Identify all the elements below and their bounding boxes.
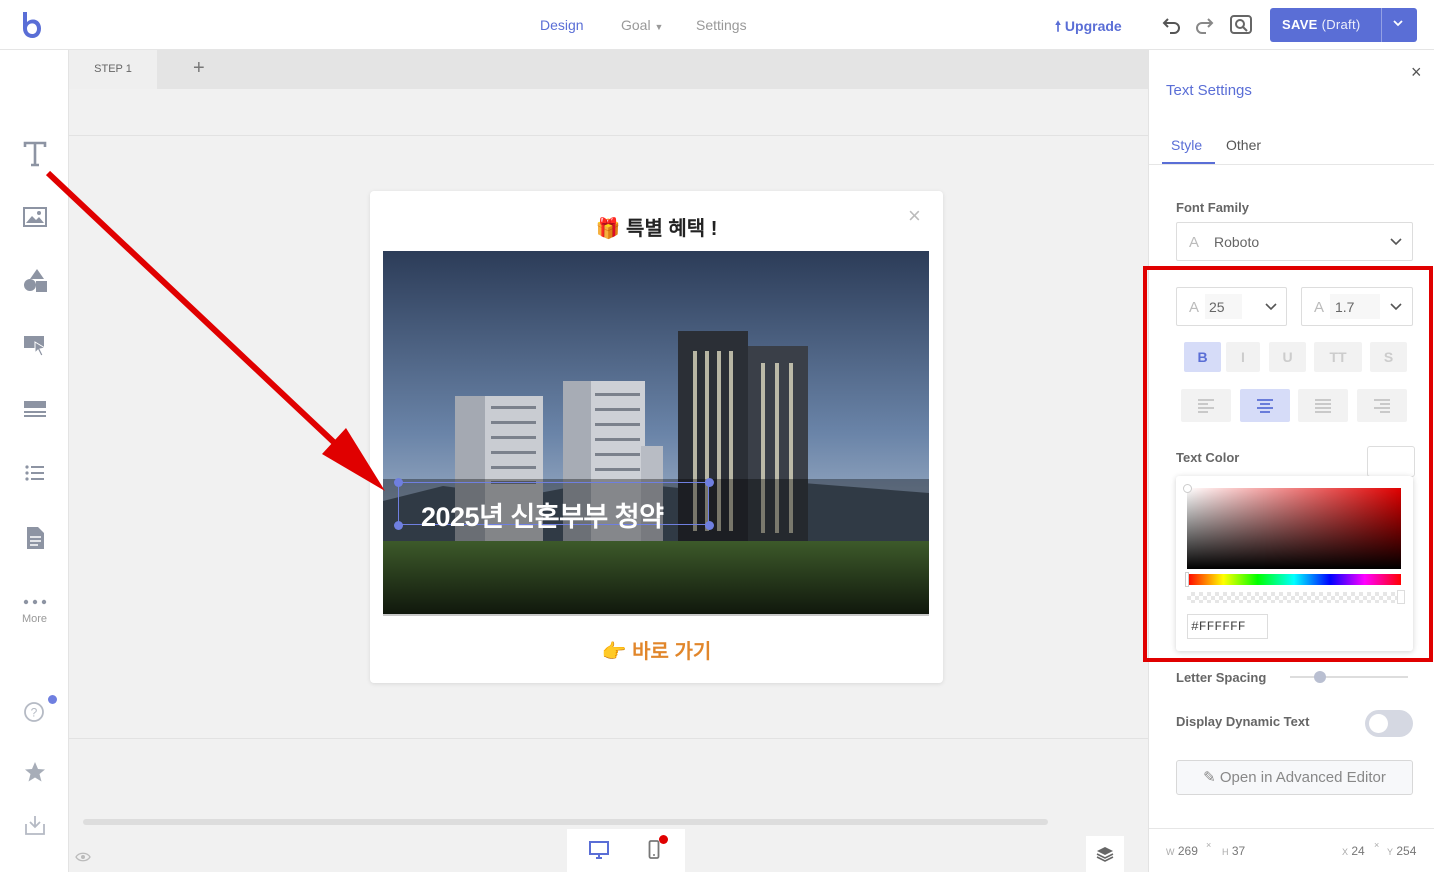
download-icon (25, 816, 45, 835)
text-icon (23, 141, 47, 167)
save-separator (1381, 8, 1382, 42)
tab-style[interactable]: Style (1171, 137, 1202, 153)
tab-design[interactable]: Design (540, 17, 584, 33)
help-icon: ? (24, 702, 44, 722)
chevron-down-icon (1390, 238, 1402, 246)
popup-title[interactable]: 🎁 특별 혜택 ! (370, 212, 943, 241)
cta-text: 바로 가기 (632, 641, 712, 663)
height-label: H (1222, 847, 1229, 857)
pointing-hand-icon: 👉 (601, 641, 627, 663)
popup-close-icon[interactable]: × (908, 203, 921, 229)
desktop-icon[interactable] (589, 841, 609, 859)
panel-footer-divider (1149, 828, 1434, 829)
canvas-guide-bottom (69, 738, 1148, 739)
font-family-label: Font Family (1176, 200, 1249, 215)
undo-icon[interactable] (1160, 13, 1184, 37)
document-icon (27, 527, 44, 549)
toggle-knob (1369, 714, 1388, 733)
tab-goal[interactable]: Goal ▼ (621, 17, 663, 33)
height-readout: H 37 (1222, 844, 1245, 858)
layers-icon (1096, 847, 1114, 862)
selected-text-element[interactable]: 2025년 신혼부부 청약 (394, 478, 714, 532)
visibility-icon[interactable] (75, 852, 91, 862)
tab-settings[interactable]: Settings (696, 17, 747, 33)
step-bar: STEP 1 + (69, 50, 1148, 89)
tab-other[interactable]: Other (1226, 137, 1261, 153)
cta-link[interactable]: 👉 바로 가기 (370, 635, 943, 664)
annotation-highlight-box (1143, 266, 1433, 662)
width-readout: W 269 (1166, 844, 1198, 858)
download-button[interactable] (20, 810, 50, 840)
resize-handle[interactable] (705, 521, 714, 530)
x-value: 24 (1351, 844, 1365, 858)
panel-title: Text Settings (1166, 82, 1252, 99)
logo-icon[interactable] (18, 10, 44, 40)
y-readout: Y 254 (1387, 844, 1416, 858)
svg-text:?: ? (31, 706, 38, 720)
layers-button[interactable] (1086, 836, 1124, 872)
annotation-arrow (45, 170, 385, 491)
times-icon: × (1374, 840, 1380, 850)
width-label: W (1166, 847, 1175, 857)
save-text: SAVE (1282, 17, 1318, 32)
panel-close-icon[interactable]: × (1411, 62, 1422, 83)
tab-goal-label: Goal (621, 17, 651, 33)
y-label: Y (1387, 847, 1394, 857)
notification-dot (48, 695, 57, 704)
tab-divider (1149, 164, 1434, 165)
dynamic-text-label: Display Dynamic Text (1176, 714, 1310, 729)
save-status: (Draft) (1321, 17, 1361, 32)
more-label: More (21, 613, 48, 625)
overlay-text[interactable]: 2025년 신혼부부 청약 (421, 495, 664, 534)
upgrade-label: Upgrade (1064, 18, 1122, 34)
redo-icon[interactable] (1192, 13, 1216, 37)
upgrade-link[interactable]: 🠕 Upgrade (1055, 16, 1122, 40)
chevron-down-icon[interactable] (1391, 16, 1405, 30)
advanced-editor-label: Open in Advanced Editor (1219, 769, 1386, 786)
caret-down-icon: ▼ (654, 22, 664, 32)
favorites-button[interactable] (20, 757, 50, 787)
mobile-icon[interactable] (648, 840, 660, 860)
device-switcher (567, 829, 685, 872)
font-icon: A (1189, 234, 1200, 251)
more-icon (23, 599, 47, 605)
dynamic-text-toggle[interactable] (1365, 710, 1413, 737)
star-icon (25, 762, 45, 782)
resize-handle[interactable] (394, 521, 403, 530)
pencil-icon: ✎ (1203, 769, 1216, 786)
save-label: SAVE (Draft) (1282, 17, 1361, 32)
horizontal-scrollbar[interactable] (83, 819, 1048, 825)
letter-spacing-slider[interactable] (1290, 671, 1408, 683)
popup-title-text: 특별 혜택 ! (626, 218, 718, 240)
save-button[interactable]: SAVE (Draft) (1270, 8, 1417, 42)
x-label: X (1342, 847, 1349, 857)
y-value: 254 (1396, 844, 1417, 858)
canvas-guide-top (69, 135, 1148, 136)
help-button[interactable]: ? (20, 695, 50, 725)
gift-icon: 🎁 (595, 218, 621, 240)
x-readout: X 24 (1342, 844, 1365, 858)
font-family-select[interactable]: A Roboto (1176, 222, 1413, 261)
preview-icon[interactable] (1229, 13, 1253, 37)
width-value: 269 (1177, 844, 1198, 858)
font-family-value: Roboto (1214, 234, 1260, 250)
height-value: 37 (1231, 844, 1246, 858)
slider-knob[interactable] (1313, 671, 1326, 683)
add-step-button[interactable]: + (193, 58, 205, 78)
popup-preview[interactable]: 🎁 특별 혜택 ! × 👉 바로 가기 (370, 191, 943, 683)
times-icon: × (1206, 840, 1212, 850)
add-document-tool[interactable] (20, 523, 50, 553)
top-bar: Design Goal ▼ Settings 🠕 Upgrade SAVE (D… (0, 0, 1434, 50)
advanced-editor-button[interactable]: ✎ Open in Advanced Editor (1176, 760, 1413, 795)
mobile-alert-dot (659, 835, 668, 844)
letter-spacing-label: Letter Spacing (1176, 670, 1267, 685)
arrow-up-icon: 🠕 (1055, 18, 1062, 34)
apartment-image[interactable] (383, 251, 929, 616)
step-tab[interactable]: STEP 1 (69, 50, 157, 89)
resize-handle[interactable] (705, 478, 714, 487)
